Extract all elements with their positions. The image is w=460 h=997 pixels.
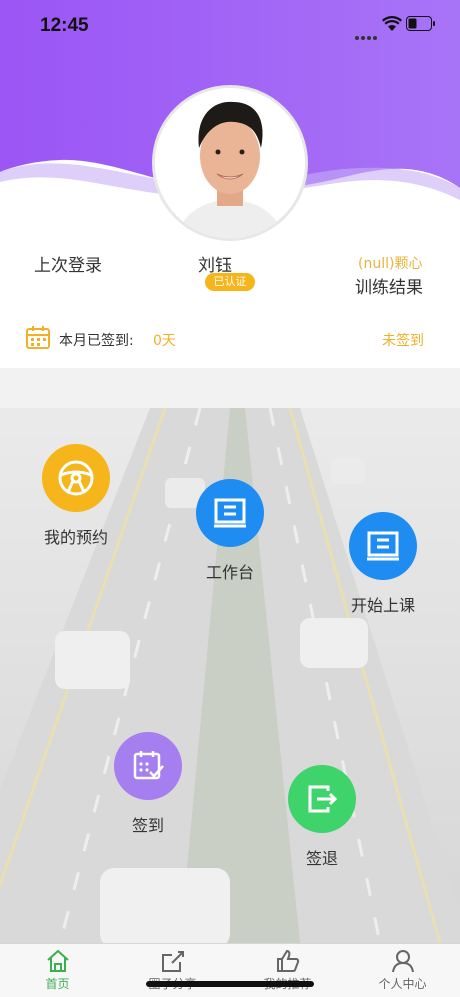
cellular-signal-icon bbox=[355, 26, 377, 45]
workbench-button[interactable]: 工作台 bbox=[180, 479, 280, 583]
tab-home-label: 首页 bbox=[45, 977, 70, 991]
home-icon bbox=[46, 949, 69, 972]
start-class-icon bbox=[349, 512, 417, 580]
road-background: 我的预约 工作台 开始上课 签到 签退 bbox=[0, 368, 460, 943]
tab-my-recommend[interactable]: 我的推荐 bbox=[230, 944, 345, 997]
start-class-label: 开始上课 bbox=[350, 596, 415, 615]
tab-personal-center-label: 个人中心 bbox=[378, 977, 427, 991]
tab-personal-center[interactable]: 个人中心 bbox=[345, 944, 460, 997]
calendar-icon bbox=[25, 325, 51, 355]
checkin-month-label: 本月已签到: bbox=[59, 333, 134, 349]
workbench-label: 工作台 bbox=[205, 563, 254, 582]
profile-header: 12:45 上次登录 刘钰 已认证 (null)颗心 训练结果 bbox=[0, 0, 460, 308]
my-booking-label: 我的预约 bbox=[43, 528, 108, 547]
sign-out-label: 签退 bbox=[305, 849, 338, 868]
tab-bar: 首页 圈子分享 我的推荐 个人中心 bbox=[0, 943, 460, 997]
last-login-label[interactable]: 上次登录 bbox=[34, 251, 102, 276]
training-result-label[interactable]: 训练结果 bbox=[355, 273, 423, 298]
user-avatar[interactable] bbox=[152, 85, 308, 241]
thumbs-up-icon bbox=[276, 949, 299, 972]
tab-home[interactable]: 首页 bbox=[0, 944, 115, 997]
battery-icon bbox=[406, 16, 436, 35]
avatar-portrait-icon bbox=[155, 88, 305, 238]
tab-circle-share[interactable]: 圈子分享 bbox=[115, 944, 230, 997]
verified-badge: 已认证 bbox=[205, 273, 255, 291]
checkin-bar: 本月已签到: 0天 未签到 bbox=[0, 308, 460, 368]
share-icon bbox=[161, 951, 184, 972]
exit-icon bbox=[288, 765, 356, 833]
workbench-icon bbox=[196, 479, 264, 547]
sign-out-button[interactable]: 签退 bbox=[272, 765, 372, 869]
my-booking-button[interactable]: 我的预约 bbox=[26, 444, 126, 548]
status-time: 12:45 bbox=[40, 15, 89, 36]
user-icon bbox=[391, 950, 414, 973]
sign-in-label: 签到 bbox=[131, 816, 164, 835]
heart-score-value: (null)颗心 bbox=[358, 256, 423, 272]
home-indicator bbox=[146, 981, 314, 987]
calendar-check-icon bbox=[114, 732, 182, 800]
wifi-icon bbox=[382, 16, 402, 36]
steering-wheel-icon bbox=[42, 444, 110, 512]
sign-in-button[interactable]: 签到 bbox=[98, 732, 198, 836]
start-class-button[interactable]: 开始上课 bbox=[333, 512, 433, 616]
checkin-status[interactable]: 未签到 bbox=[382, 330, 424, 350]
checkin-days-value: 0天 bbox=[153, 333, 176, 349]
